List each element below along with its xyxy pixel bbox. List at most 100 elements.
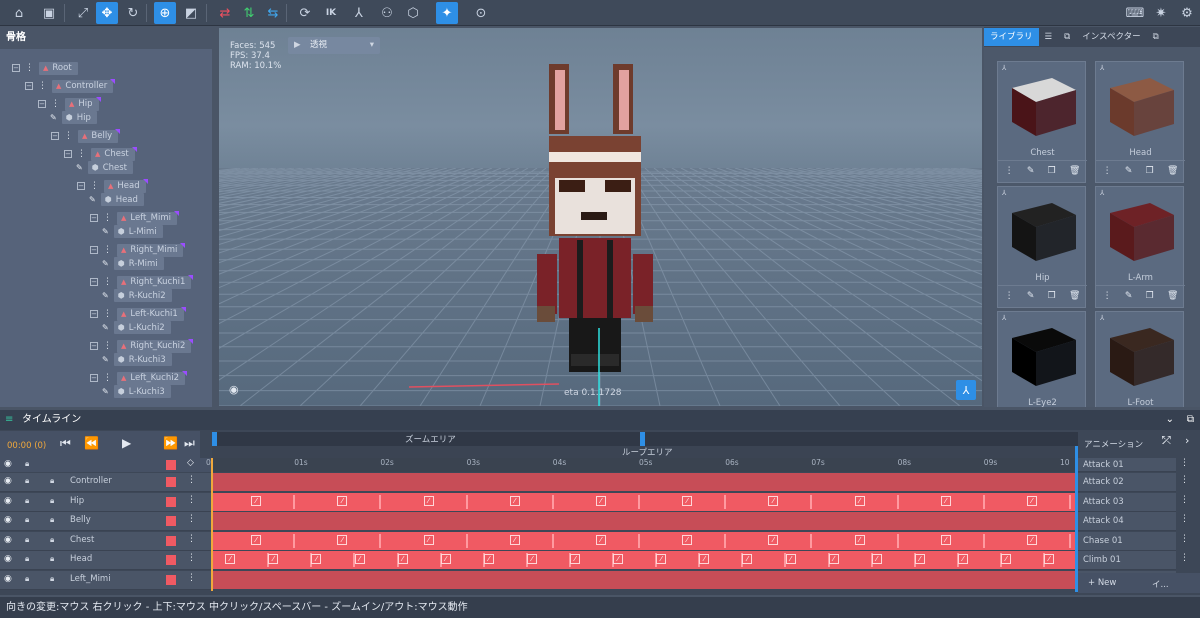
track-lane[interactable] [213,570,1075,589]
tree-node-mesh[interactable]: ✎ ⬢ R-Kuchi3 [90,352,172,366]
fit-view-icon[interactable]: ⤢ [72,2,94,24]
bone-mesh-icon[interactable]: ◩ [180,2,202,24]
tree-node-bone[interactable]: − ⋮ ▲ Left_Kuchi2 [90,370,187,385]
item-menu-icon[interactable]: ⋮ [1103,291,1112,301]
track-lane[interactable] [213,473,1075,491]
item-menu-icon[interactable]: ⋮ [1103,166,1112,176]
node-menu-icon[interactable]: ⋮ [77,149,86,159]
lock-child-icon[interactable]: 🔒︎ [50,496,54,506]
tree-node-box[interactable]: ▲ Right_Kuchi1 [117,274,194,289]
swap-red-icon[interactable]: ⇄ [214,2,236,24]
loop-end-marker[interactable] [1075,446,1078,592]
keyframe[interactable]: ⁄ [871,554,882,564]
lock-child-icon[interactable]: 🔒︎ [50,476,54,486]
visibility-eye-icon[interactable]: ◉ [4,476,12,486]
visibility-eye-icon[interactable]: ◉ [4,554,12,564]
track-menu-icon[interactable]: ⋮ [187,495,196,505]
node-menu-icon[interactable]: ⋮ [103,341,112,351]
keyframe[interactable]: ⁄ [682,495,693,506]
edit-pencil-icon[interactable]: ✎ [102,291,109,300]
keyframe[interactable]: ⁄ [337,495,348,506]
library-item[interactable]: ⅄ Hip ⋮ ✎ ❐ 🗑︎ [997,186,1087,308]
item-edit-icon[interactable]: ✎ [1027,166,1035,176]
lock-child-icon[interactable]: 🔒︎ [50,515,54,525]
tree-node-box[interactable]: ⬢ L-Mimi [113,224,163,238]
keyframe[interactable]: ⁄ [940,495,951,506]
tree-node-bone[interactable]: − ⋮ ▲ Left-Kuchi1 [90,306,186,321]
step-back-icon[interactable]: ⏪ [84,436,99,450]
track-menu-icon[interactable]: ⋮ [187,553,196,563]
collapse-toggle-icon[interactable]: − [64,150,72,158]
tree-node-box[interactable]: ▲ Controller [52,78,116,93]
item-copy-icon[interactable]: ❐ [1048,166,1056,176]
anim-item[interactable]: Attack 04 [1078,512,1176,531]
import-animation-button[interactable]: イ... [1152,578,1169,590]
tree-node-box[interactable]: ⬢ L-Kuchi2 [113,320,171,334]
item-copy-icon[interactable]: ❐ [1048,291,1056,301]
tree-node-box[interactable]: ▲ Root [39,61,78,75]
node-menu-icon[interactable]: ⋮ [25,63,34,73]
tree-node-box[interactable]: ▲ Right_Mimi [117,242,186,257]
eye-all-icon[interactable]: ◉ [4,459,12,469]
new-animation-button[interactable]: + New [1088,578,1116,588]
keyframe[interactable]: ⁄ [509,534,520,545]
cube-outline-icon[interactable]: ⬡ [402,2,424,24]
anim-item-menu[interactable]: ⋮ [1180,514,1189,524]
keyframe[interactable]: ⁄ [337,534,348,545]
tree-node-bone[interactable]: − ⋮ ▲ Root [12,61,78,75]
node-menu-icon[interactable]: ⋮ [103,373,112,383]
keyframe[interactable]: ⁄ [311,554,322,564]
anim-item-menu[interactable]: ⋮ [1180,495,1189,505]
library-item[interactable]: ⅄ L-Eye2 ⋮ ✎ ❐ 🗑︎ [997,311,1086,407]
lock-icon[interactable]: 🔒︎ [25,554,29,564]
visibility-eye-icon[interactable]: ◉ [4,496,12,506]
tree-node-bone[interactable]: − ⋮ ▲ Left_Mimi [90,210,179,225]
keyframe[interactable]: ⁄ [854,495,865,506]
bone-add-icon[interactable]: ⊕ [154,2,176,24]
tree-node-mesh[interactable]: ✎ ⬢ L-Kuchi2 [90,320,171,334]
track-menu-icon[interactable]: ⋮ [187,475,196,485]
keyframe[interactable]: ⁄ [570,554,581,564]
sparkle-icon[interactable]: ✦ [436,2,458,24]
item-menu-icon[interactable]: ⋮ [1005,166,1014,176]
tree-node-box[interactable]: ▲ Hip [65,96,101,111]
node-menu-icon[interactable]: ⋮ [103,309,112,319]
node-menu-icon[interactable]: ⋮ [51,99,60,109]
time-ruler[interactable]: 0 01s 02s 03s 04s 05s 06s 07s 08s 09s 10 [206,458,1078,472]
lock-icon[interactable]: 🔒︎ [25,535,29,545]
tree-node-box[interactable]: ⬢ Hip [61,110,97,124]
track-lane[interactable] [213,512,1075,530]
color-all-swatch[interactable] [166,460,176,470]
tree-node-bone[interactable]: − ⋮ ▲ Right_Kuchi2 [90,338,194,353]
item-edit-icon[interactable]: ✎ [1027,291,1035,301]
keyframe-diamond-icon[interactable]: ◇ [187,458,194,468]
track-color-swatch[interactable] [166,535,176,546]
lock-icon[interactable]: 🔒︎ [25,496,29,506]
popout-icon-2[interactable]: ⧉ [1147,28,1165,46]
track-color-swatch[interactable] [166,574,176,585]
tree-node-box[interactable]: ▲ Head [104,178,148,193]
keyboard-icon[interactable]: ⌨ [1124,2,1146,24]
tree-node-bone[interactable]: − ⋮ ▲ Right_Mimi [90,242,186,257]
edit-pencil-icon[interactable]: ✎ [102,323,109,332]
axis-icon[interactable]: ⅄ [348,2,370,24]
tree-node-mesh[interactable]: ✎ ⬢ Hip [38,110,97,124]
keyframe[interactable]: ⁄ [225,554,236,564]
keyframe[interactable]: ⁄ [526,554,537,564]
keyframe[interactable]: ⁄ [768,534,779,545]
keyframe[interactable]: ⁄ [423,534,434,545]
node-menu-icon[interactable]: ⋮ [103,277,112,287]
track-color-swatch[interactable] [166,496,176,507]
anim-item-first[interactable]: Attack 01 [1078,458,1176,472]
keyframe[interactable]: ⁄ [1001,554,1012,564]
tree-node-box[interactable]: ⬢ Chest [87,160,134,174]
item-delete-icon[interactable]: 🗑︎ [1069,291,1080,301]
anim-item[interactable]: Chase 01 [1078,531,1176,551]
collapse-toggle-icon[interactable]: − [90,246,98,254]
tree-node-bone[interactable]: − ⋮ ▲ Controller [25,78,116,93]
lock-child-icon[interactable]: 🔒︎ [50,535,54,545]
anim-item[interactable]: Climb 01 [1078,551,1176,570]
tree-node-box[interactable]: ▲ Left-Kuchi1 [117,306,186,321]
tree-node-bone[interactable]: − ⋮ ▲ Right_Kuchi1 [90,274,194,289]
anim-next-icon[interactable]: › [1185,434,1189,447]
